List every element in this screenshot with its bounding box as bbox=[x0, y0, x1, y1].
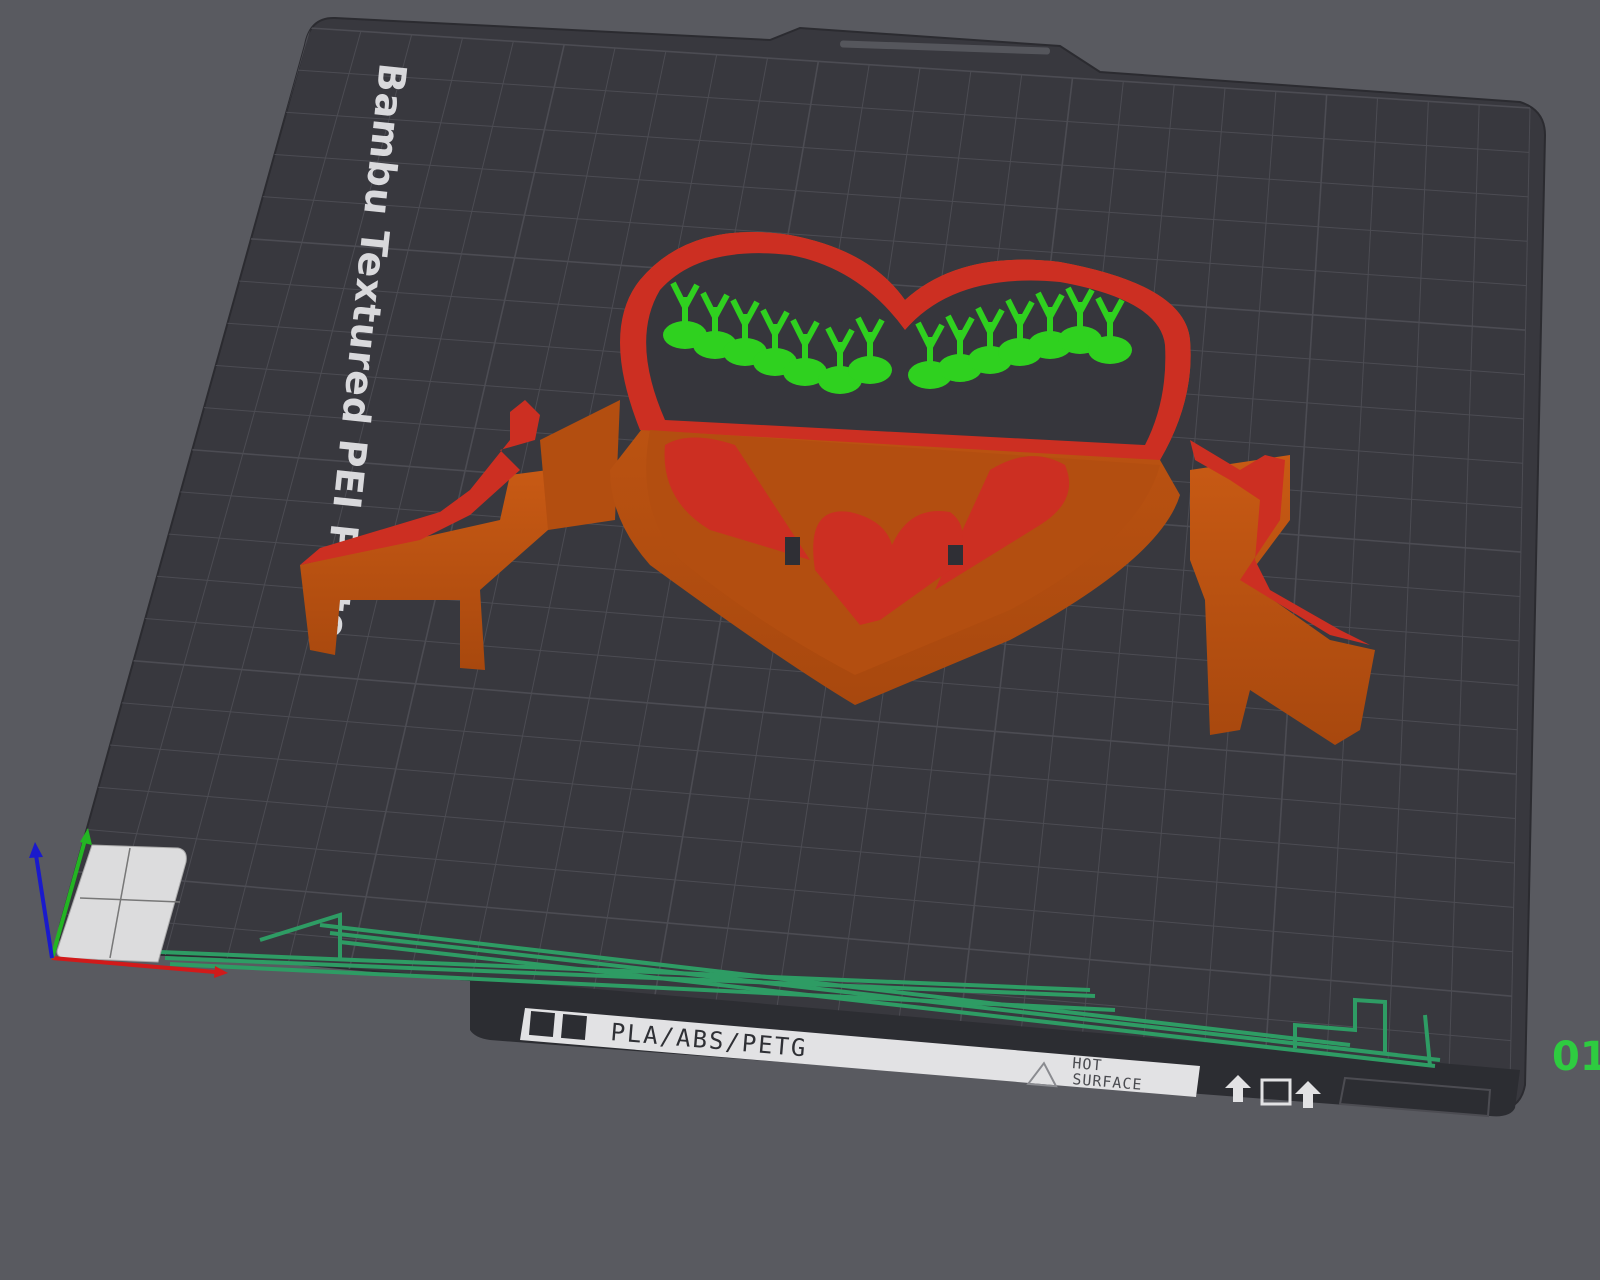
plate-index-label: 01 bbox=[1552, 1034, 1600, 1080]
3d-viewport[interactable]: Bambu Textured PEI Plate PLA/ABS/PETG HO… bbox=[0, 0, 1600, 1280]
